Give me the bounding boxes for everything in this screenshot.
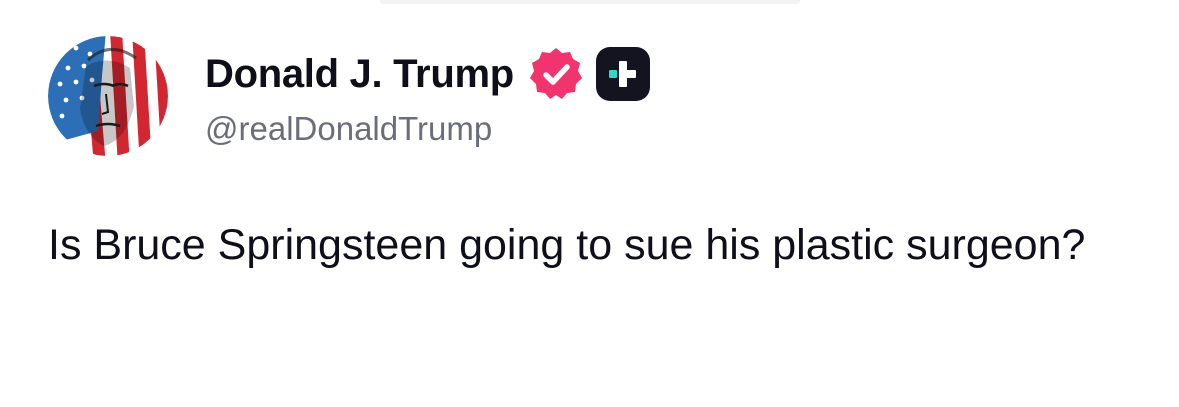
post-header: Donald J. Trump @realDonaldTrump: [205, 44, 1139, 148]
post-card: Donald J. Trump @realDonaldTrump Is Bruc…: [0, 0, 1179, 407]
verified-check-icon: [526, 44, 586, 104]
flag-portrait-avatar-icon: [48, 36, 168, 156]
display-name[interactable]: Donald J. Trump: [205, 52, 514, 97]
truth-plus-icon: [595, 47, 650, 101]
post-text: Is Bruce Springsteen going to sue his pl…: [48, 221, 1086, 269]
user-handle[interactable]: @realDonaldTrump: [205, 110, 1139, 148]
avatar[interactable]: [48, 36, 168, 156]
name-row: Donald J. Trump: [205, 44, 1139, 104]
